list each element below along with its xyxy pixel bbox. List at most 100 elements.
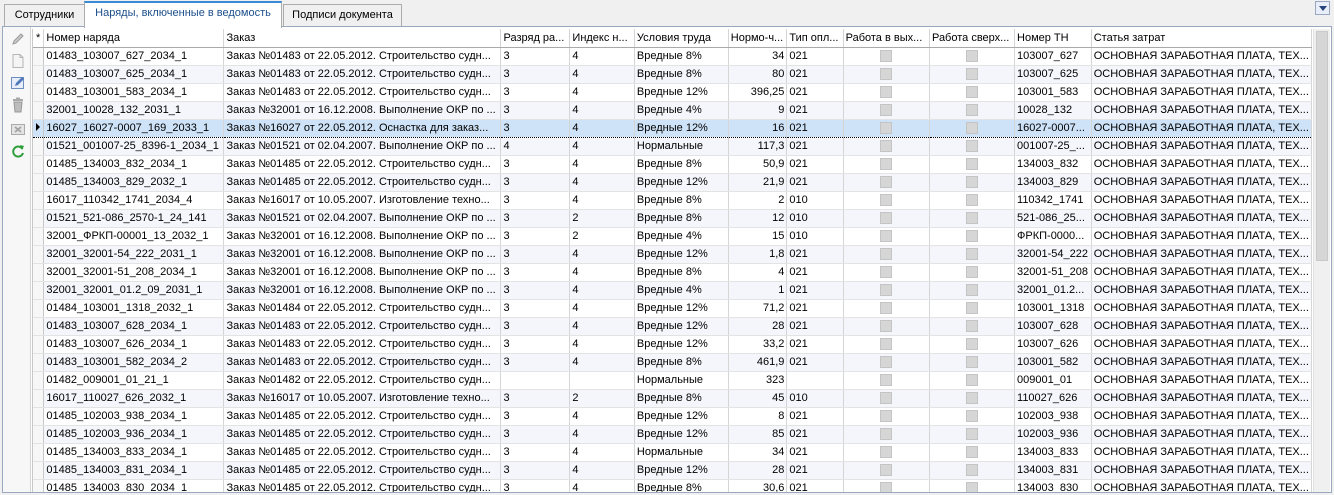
checkbox[interactable]: [965, 482, 978, 492]
checkbox[interactable]: [880, 374, 893, 387]
column-header-pay-type[interactable]: Тип опл...: [786, 29, 844, 48]
table-row[interactable]: 01485_102003_938_2034_1 Заказ №01485 от 2…: [33, 407, 1312, 426]
table-row[interactable]: 01485_134003_831_2034_1 Заказ №01485 от 2…: [33, 461, 1312, 480]
checkbox[interactable]: [965, 284, 978, 297]
table-row[interactable]: 01484_103001_1318_2032_1 Заказ №01484 от …: [33, 299, 1312, 318]
weekend-work-checkbox-cell[interactable]: [843, 83, 930, 102]
table-cell[interactable]: 3: [500, 389, 571, 408]
checkbox[interactable]: [965, 356, 978, 369]
table-cell[interactable]: 134003_830: [1014, 479, 1092, 492]
table-cell[interactable]: 4: [569, 245, 635, 264]
table-cell[interactable]: 80: [728, 65, 788, 84]
table-cell[interactable]: 021: [786, 65, 844, 84]
checkbox[interactable]: [965, 392, 978, 405]
table-cell[interactable]: 3: [500, 299, 571, 318]
table-cell[interactable]: Заказ №01483 от 22.05.2012. Строительств…: [223, 47, 502, 66]
table-cell[interactable]: 01483_103007_626_2034_1: [43, 335, 225, 354]
table-cell[interactable]: 32001-54_222: [1014, 245, 1092, 264]
table-cell[interactable]: 85: [728, 425, 788, 444]
weekend-work-checkbox-cell[interactable]: [843, 389, 930, 408]
table-cell[interactable]: Вредные 8%: [634, 65, 729, 84]
table-cell[interactable]: 396,25: [728, 83, 788, 102]
table-cell[interactable]: 021: [786, 407, 844, 426]
table-cell[interactable]: ОСНОВНАЯ ЗАРАБОТНАЯ ПЛАТА, ТЕХ...: [1091, 155, 1312, 174]
refresh-button[interactable]: [10, 143, 26, 159]
table-row[interactable]: 32001_ФРКП-00001_13_2032_1 Заказ №32001 о…: [33, 227, 1312, 246]
table-cell[interactable]: 3: [500, 83, 571, 102]
checkbox[interactable]: [880, 482, 893, 492]
table-cell[interactable]: 021: [786, 299, 844, 318]
table-cell[interactable]: Заказ №01483 от 22.05.2012. Строительств…: [223, 83, 502, 102]
table-cell[interactable]: Вредные 12%: [634, 118, 729, 138]
table-cell[interactable]: 4: [569, 83, 635, 102]
row-indicator[interactable]: [33, 245, 45, 264]
row-indicator[interactable]: [33, 263, 45, 282]
table-cell[interactable]: Заказ №01484 от 22.05.2012. Строительств…: [223, 299, 502, 318]
table-cell[interactable]: 01483_103007_627_2034_1: [43, 47, 225, 66]
table-cell[interactable]: 3: [500, 407, 571, 426]
vertical-scrollbar-thumb[interactable]: [1316, 31, 1328, 261]
table-cell[interactable]: 461,9: [728, 353, 788, 372]
checkbox[interactable]: [880, 266, 893, 279]
table-cell[interactable]: 3: [500, 209, 571, 228]
overtime-work-checkbox-cell[interactable]: [929, 425, 1016, 444]
checkbox[interactable]: [880, 140, 893, 153]
checkbox[interactable]: [880, 356, 893, 369]
checkbox[interactable]: [965, 428, 978, 441]
weekend-work-checkbox-cell[interactable]: [843, 137, 930, 156]
table-cell[interactable]: 4: [569, 191, 635, 210]
table-row[interactable]: 32001_10028_132_2031_1 Заказ №32001 от 16…: [33, 101, 1312, 120]
table-cell[interactable]: 4: [569, 65, 635, 84]
row-indicator[interactable]: [33, 317, 45, 336]
table-cell[interactable]: 021: [786, 263, 844, 282]
table-cell[interactable]: ОСНОВНАЯ ЗАРАБОТНАЯ ПЛАТА, ТЕХ...: [1091, 209, 1312, 228]
table-cell[interactable]: [500, 371, 571, 390]
table-cell[interactable]: Вредные 8%: [634, 479, 729, 492]
table-cell[interactable]: 103007_626: [1014, 335, 1092, 354]
weekend-work-checkbox-cell[interactable]: [843, 443, 930, 462]
table-cell[interactable]: 3: [500, 443, 571, 462]
row-indicator[interactable]: [33, 335, 45, 354]
row-indicator[interactable]: [33, 353, 45, 372]
table-cell[interactable]: 110027_626: [1014, 389, 1092, 408]
row-indicator[interactable]: [33, 47, 45, 66]
table-cell[interactable]: 12: [728, 209, 788, 228]
table-cell[interactable]: 01485_102003_938_2034_1: [43, 407, 225, 426]
table-cell[interactable]: Вредные 12%: [634, 425, 729, 444]
vertical-scrollbar[interactable]: [1313, 29, 1330, 492]
overtime-work-checkbox-cell[interactable]: [929, 281, 1016, 300]
edit-button[interactable]: [10, 75, 26, 91]
row-indicator[interactable]: [33, 227, 45, 246]
weekend-work-checkbox-cell[interactable]: [843, 155, 930, 174]
checkbox[interactable]: [880, 392, 893, 405]
checkbox[interactable]: [965, 320, 978, 333]
table-cell[interactable]: Вредные 8%: [634, 263, 729, 282]
table-cell[interactable]: 2: [569, 227, 635, 246]
table-cell[interactable]: 4: [569, 155, 635, 174]
overtime-work-checkbox-cell[interactable]: [929, 299, 1016, 318]
table-cell[interactable]: 15: [728, 227, 788, 246]
table-cell[interactable]: 117,3: [728, 137, 788, 156]
column-header-order[interactable]: Заказ: [223, 29, 502, 48]
column-header-order-number[interactable]: Номер наряда: [43, 29, 225, 48]
table-cell[interactable]: 16027_16027-0007_169_2033_1: [43, 118, 225, 138]
table-cell[interactable]: Заказ №01483 от 22.05.2012. Строительств…: [223, 353, 502, 372]
checkbox[interactable]: [965, 302, 978, 315]
table-cell[interactable]: Нормальные: [634, 371, 729, 390]
table-cell[interactable]: 103007_625: [1014, 65, 1092, 84]
weekend-work-checkbox-cell[interactable]: [843, 353, 930, 372]
table-cell[interactable]: Заказ №01485 от 22.05.2012. Строительств…: [223, 155, 502, 174]
table-cell[interactable]: 50,9: [728, 155, 788, 174]
overtime-work-checkbox-cell[interactable]: [929, 443, 1016, 462]
table-row[interactable]: 01485_134003_832_2034_1 Заказ №01485 от 2…: [33, 155, 1312, 174]
table-cell[interactable]: ОСНОВНАЯ ЗАРАБОТНАЯ ПЛАТА, ТЕХ...: [1091, 317, 1312, 336]
table-cell[interactable]: 28: [728, 461, 788, 480]
table-cell[interactable]: Заказ №32001 от 16.12.2008. Выполнение О…: [223, 101, 502, 120]
row-indicator[interactable]: [33, 281, 45, 300]
table-cell[interactable]: 021: [786, 47, 844, 66]
table-cell[interactable]: Заказ №32001 от 16.12.2008. Выполнение О…: [223, 245, 502, 264]
table-cell[interactable]: 4: [569, 299, 635, 318]
table-cell[interactable]: 2: [728, 191, 788, 210]
table-cell[interactable]: 71,2: [728, 299, 788, 318]
table-cell[interactable]: ОСНОВНАЯ ЗАРАБОТНАЯ ПЛАТА, ТЕХ...: [1091, 461, 1312, 480]
